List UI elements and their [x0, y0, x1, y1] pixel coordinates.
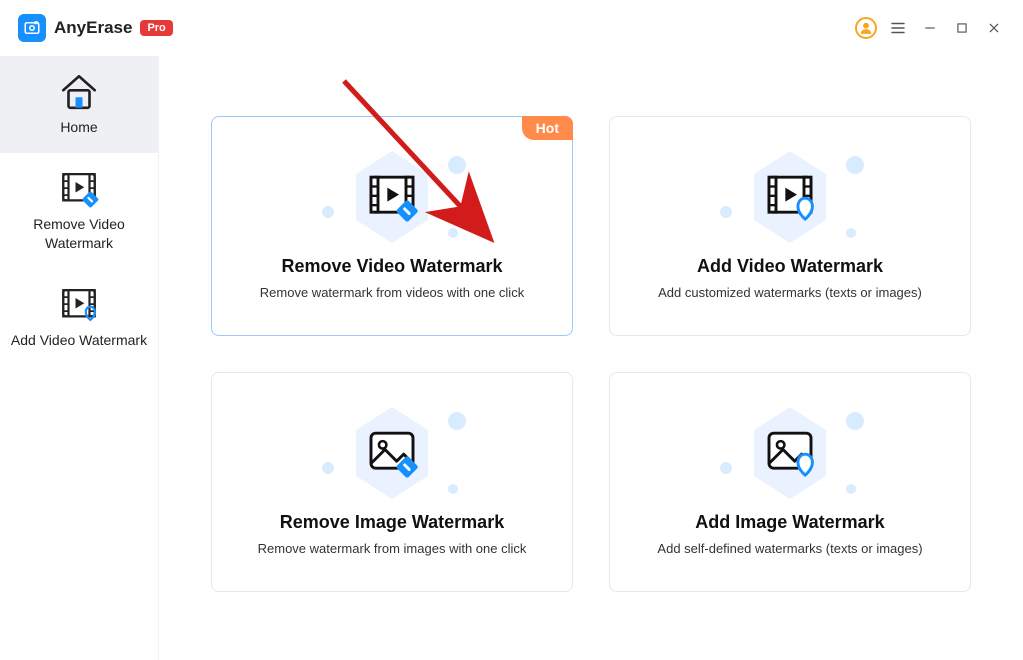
- hamburger-icon: [889, 19, 907, 37]
- card-illustration: [730, 408, 850, 498]
- app-logo-icon: [18, 14, 46, 42]
- menu-button[interactable]: [883, 13, 913, 43]
- card-title: Add Video Watermark: [697, 256, 883, 277]
- sidebar: Home Remove Video Watermark: [0, 56, 158, 660]
- card-description: Remove watermark from videos with one cl…: [260, 285, 524, 300]
- pro-badge: Pro: [140, 20, 172, 36]
- user-avatar-icon: [855, 17, 877, 39]
- card-title: Remove Image Watermark: [280, 512, 504, 533]
- minimize-button[interactable]: [915, 13, 945, 43]
- close-window-button[interactable]: [979, 13, 1009, 43]
- add-video-watermark-icon: [6, 285, 152, 325]
- card-illustration: [730, 152, 850, 242]
- card-add-image-watermark[interactable]: Add Image Watermark Add self-defined wat…: [609, 372, 971, 592]
- app-title: AnyErase: [54, 18, 132, 38]
- account-button[interactable]: [851, 13, 881, 43]
- card-title: Add Image Watermark: [695, 512, 884, 533]
- card-add-video-watermark[interactable]: Add Video Watermark Add customized water…: [609, 116, 971, 336]
- card-illustration: [332, 152, 452, 242]
- sidebar-item-home[interactable]: Home: [0, 56, 158, 153]
- sidebar-item-label: Home: [6, 118, 152, 137]
- maximize-icon: [955, 21, 969, 35]
- card-description: Add self-defined watermarks (texts or im…: [657, 541, 922, 556]
- home-icon: [6, 72, 152, 112]
- card-description: Remove watermark from images with one cl…: [258, 541, 527, 556]
- sidebar-item-remove-video-watermark[interactable]: Remove Video Watermark: [0, 153, 158, 269]
- card-illustration: [332, 408, 452, 498]
- titlebar: AnyErase Pro: [0, 0, 1023, 56]
- sidebar-item-add-video-watermark[interactable]: Add Video Watermark: [0, 269, 158, 366]
- card-title: Remove Video Watermark: [281, 256, 502, 277]
- maximize-button[interactable]: [947, 13, 977, 43]
- card-remove-image-watermark[interactable]: Remove Image Watermark Remove watermark …: [211, 372, 573, 592]
- sidebar-item-label: Remove Video Watermark: [6, 215, 152, 253]
- card-remove-video-watermark[interactable]: Hot: [211, 116, 573, 336]
- close-icon: [987, 21, 1001, 35]
- minimize-icon: [923, 21, 937, 35]
- sidebar-item-label: Add Video Watermark: [6, 331, 152, 350]
- card-description: Add customized watermarks (texts or imag…: [658, 285, 922, 300]
- remove-video-watermark-icon: [6, 169, 152, 209]
- main-content: Hot: [158, 56, 1023, 660]
- hot-badge: Hot: [522, 116, 573, 140]
